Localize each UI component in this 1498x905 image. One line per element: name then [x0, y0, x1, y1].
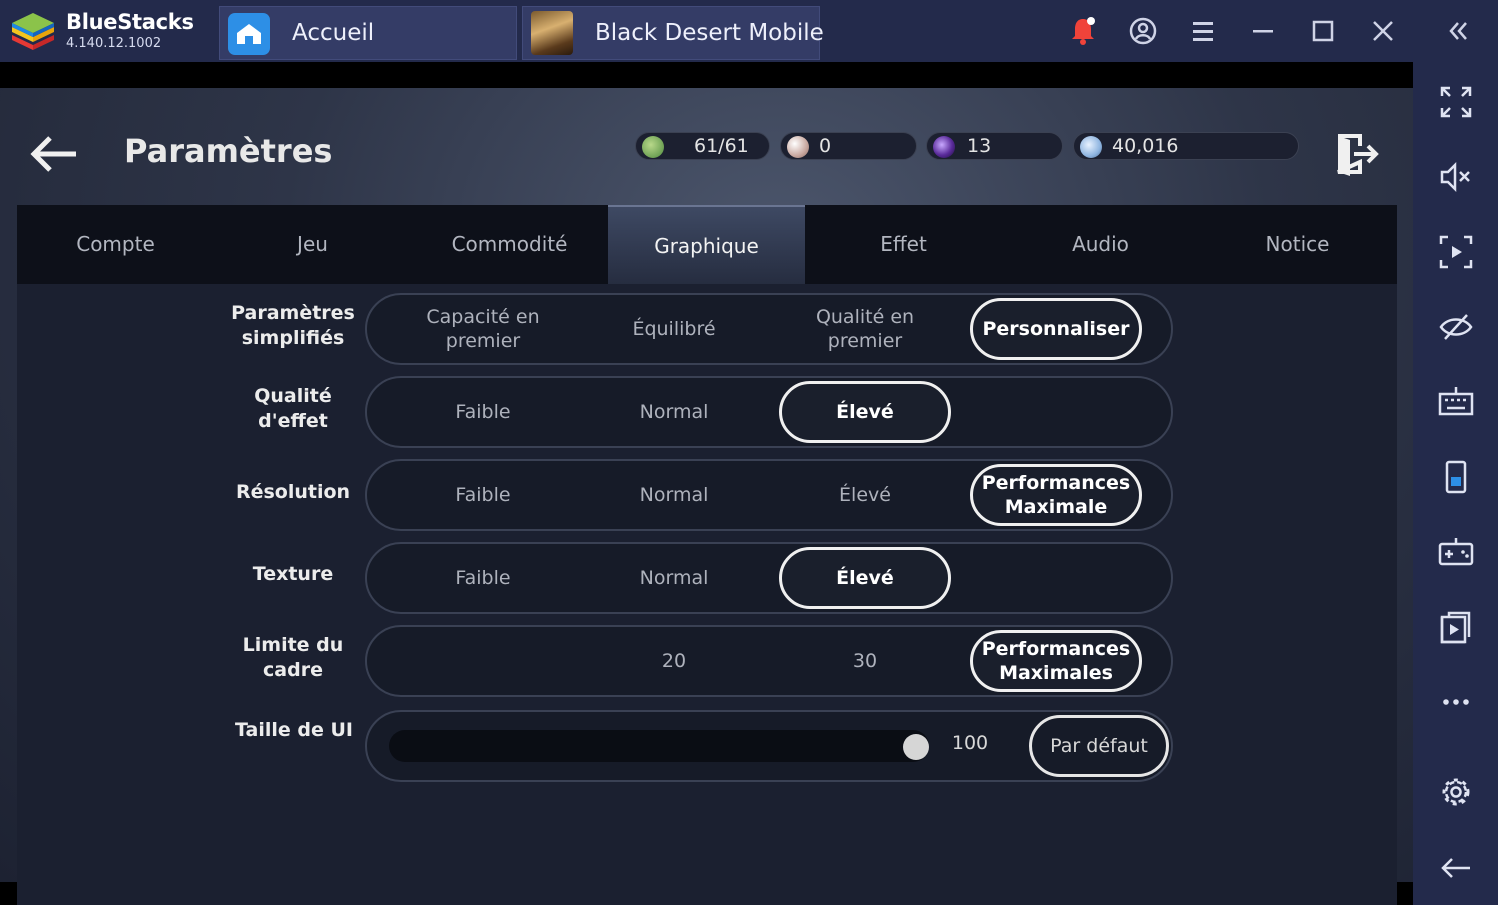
collapse-sidebar-icon[interactable]: [1441, 14, 1475, 48]
row-ui-size: 100 Par défaut: [365, 710, 1173, 782]
app-version: 4.140.12.1002: [66, 36, 162, 51]
tab-black-desert[interactable]: Black Desert Mobile: [522, 6, 824, 60]
maximize-icon[interactable]: [1306, 14, 1340, 48]
settings-icon[interactable]: [1438, 774, 1474, 810]
option-resolution-max[interactable]: Performances Maximale: [970, 464, 1142, 526]
option-texture-low[interactable]: Faible: [397, 547, 569, 609]
game-viewport: Paramètres 61/61 0 13 40,016 Compte Jeu …: [0, 62, 1413, 905]
tab-home-label: Accueil: [292, 20, 375, 46]
tab-graphique[interactable]: Graphique: [608, 205, 805, 284]
option-effect-normal[interactable]: Normal: [588, 381, 760, 443]
volume-mute-icon[interactable]: [1438, 159, 1474, 195]
game-background: Paramètres 61/61 0 13 40,016 Compte Jeu …: [0, 88, 1413, 905]
close-icon[interactable]: [1366, 14, 1400, 48]
account-icon[interactable]: [1126, 14, 1160, 48]
option-frame-max[interactable]: Performances Maximales: [970, 630, 1142, 692]
row-resolution: Faible Normal Élevé Performances Maximal…: [365, 459, 1173, 531]
graphics-settings-panel: Paramètres simplifiés Capacité en premie…: [17, 284, 1397, 905]
menu-icon[interactable]: [1186, 14, 1220, 48]
resource-pearl: 0: [780, 132, 917, 160]
tab-game-label: Black Desert Mobile: [595, 20, 824, 46]
row-frame-limit: 20 30 Performances Maximales: [365, 625, 1173, 697]
resource-crystal: 13: [926, 132, 1063, 160]
fullscreen-icon[interactable]: [1438, 84, 1474, 120]
silver-coin-icon: [1080, 136, 1102, 158]
tab-compte[interactable]: Compte: [17, 205, 214, 284]
option-frame-20[interactable]: 20: [588, 630, 760, 692]
option-resolution-normal[interactable]: Normal: [588, 464, 760, 526]
reset-default-button[interactable]: Par défaut: [1029, 715, 1169, 777]
tab-notice[interactable]: Notice: [1199, 205, 1396, 284]
option-effect-low[interactable]: Faible: [397, 381, 569, 443]
option-quality-first[interactable]: Qualité en premier: [779, 298, 951, 360]
portrait-icon[interactable]: [1438, 459, 1474, 495]
bluestacks-logo-icon: [12, 13, 54, 50]
row-label-resolution: Résolution: [235, 481, 351, 503]
row-label-ui-size: Taille de UI: [235, 719, 353, 741]
option-balanced[interactable]: Équilibré: [588, 298, 760, 360]
media-icon[interactable]: [1438, 609, 1474, 645]
pearl-icon: [787, 136, 809, 158]
crystal-icon: [933, 136, 955, 158]
row-texture: Faible Normal Élevé: [365, 542, 1173, 614]
energy-value: 61/61: [694, 135, 749, 157]
right-sidebar: [1413, 62, 1498, 905]
option-capacity-first[interactable]: Capacité en premier: [397, 298, 569, 360]
tab-commodite[interactable]: Commodité: [411, 205, 608, 284]
minimize-icon[interactable]: [1246, 14, 1280, 48]
tab-jeu[interactable]: Jeu: [214, 205, 411, 284]
ui-size-slider[interactable]: [389, 730, 929, 762]
row-simplified: Capacité en premier Équilibré Qualité en…: [365, 293, 1173, 365]
title-bar: BlueStacks 4.140.12.1002 Accueil Black D…: [0, 0, 1498, 62]
row-label-frame-limit: Limite du cadre: [242, 634, 344, 681]
game-icon: [531, 11, 573, 55]
ui-size-value: 100: [951, 732, 989, 754]
tab-home[interactable]: Accueil: [219, 6, 517, 60]
option-resolution-low[interactable]: Faible: [397, 464, 569, 526]
row-effect-quality: Faible Normal Élevé: [365, 376, 1173, 448]
back-icon[interactable]: [1438, 850, 1474, 886]
page-title: Paramètres: [124, 132, 333, 170]
eye-hide-icon[interactable]: [1438, 309, 1474, 345]
silver-value: 40,016: [1112, 135, 1179, 157]
screen-record-icon[interactable]: [1438, 234, 1474, 270]
option-texture-normal[interactable]: Normal: [588, 547, 760, 609]
notification-bell-icon[interactable]: [1066, 14, 1100, 48]
resource-energy: 61/61: [635, 132, 770, 160]
app-name: BlueStacks: [66, 10, 194, 34]
option-texture-high[interactable]: Élevé: [779, 547, 951, 609]
row-label-effect-quality: Qualité d'effet: [254, 385, 332, 432]
tab-effet[interactable]: Effet: [805, 205, 1002, 284]
keyboard-icon[interactable]: [1438, 384, 1474, 420]
row-label-texture: Texture: [252, 563, 334, 585]
more-icon[interactable]: [1438, 684, 1474, 720]
row-label-simplified: Paramètres simplifiés: [231, 302, 355, 349]
settings-tabs: Compte Jeu Commodité Graphique Effet Aud…: [17, 205, 1397, 284]
back-arrow-icon[interactable]: [28, 134, 80, 174]
pearl-value: 0: [819, 135, 832, 157]
option-frame-30[interactable]: 30: [779, 630, 951, 692]
exit-door-icon[interactable]: [1330, 130, 1382, 178]
gamepad-icon[interactable]: [1438, 534, 1474, 570]
option-customize[interactable]: Personnaliser: [970, 298, 1142, 360]
ui-size-slider-knob[interactable]: [903, 734, 929, 760]
energy-icon: [642, 136, 664, 158]
home-icon: [228, 13, 270, 55]
option-resolution-high[interactable]: Élevé: [779, 464, 951, 526]
crystal-value: 13: [967, 135, 992, 157]
resource-silver: 40,016: [1073, 132, 1299, 160]
option-effect-high[interactable]: Élevé: [779, 381, 951, 443]
tab-audio[interactable]: Audio: [1002, 205, 1199, 284]
